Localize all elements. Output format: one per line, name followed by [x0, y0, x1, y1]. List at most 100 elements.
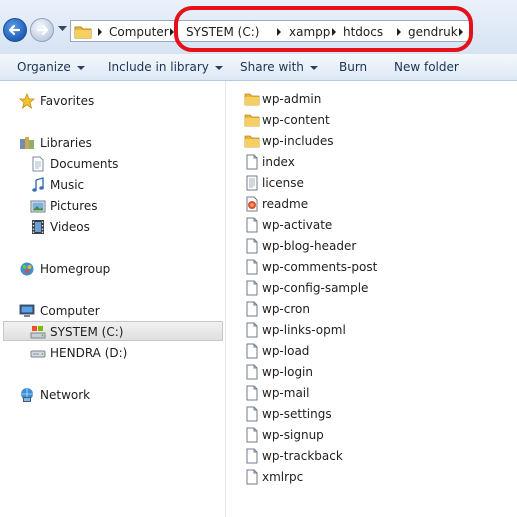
file-row[interactable]: wp-includes — [244, 131, 504, 151]
documents-icon — [32, 156, 44, 172]
chevron-down-icon — [214, 65, 223, 70]
recent-pages-arrow-icon[interactable] — [58, 26, 67, 32]
back-button[interactable] — [3, 18, 27, 42]
homegroup-icon — [20, 262, 34, 276]
file-name: wp-content — [262, 113, 330, 127]
nav-favorites-label: Favorites — [40, 94, 95, 108]
folder-icon — [74, 26, 92, 39]
burn-button[interactable]: Burn — [339, 59, 367, 75]
file-icon — [246, 427, 258, 443]
include-in-library-label: Include in library — [108, 60, 209, 74]
file-row[interactable]: wp-settings — [244, 404, 504, 424]
file-row[interactable]: license — [244, 173, 504, 193]
file-name: license — [262, 176, 304, 190]
file-row[interactable]: xmlrpc — [244, 467, 504, 487]
text-file-icon — [246, 175, 258, 191]
nav-drive-hendra-d[interactable]: HENDRA (D:) — [28, 343, 218, 363]
file-list: wp-admin wp-content wp-includes index li… — [226, 81, 517, 517]
file-row[interactable]: wp-trackback — [244, 446, 504, 466]
network-icon — [21, 388, 33, 402]
file-name: wp-includes — [262, 134, 334, 148]
file-name: wp-blog-header — [262, 239, 357, 253]
file-icon — [246, 343, 258, 359]
file-row[interactable]: wp-blog-header — [244, 236, 504, 256]
folder-icon — [244, 135, 260, 148]
file-row[interactable]: index — [244, 152, 504, 172]
nav-homegroup-label: Homegroup — [40, 262, 111, 276]
file-row[interactable]: wp-content — [244, 110, 504, 130]
organize-button[interactable]: Organize — [17, 59, 85, 75]
file-name: wp-mail — [262, 386, 310, 400]
music-note-icon — [32, 177, 44, 192]
file-name: readme — [262, 197, 309, 211]
file-name: wp-config-sample — [262, 281, 369, 295]
file-row[interactable]: wp-comments-post — [244, 257, 504, 277]
file-icon — [246, 259, 258, 275]
navigation-pane: Favorites Libraries Documents Music Pict… — [0, 81, 225, 517]
nav-pictures[interactable]: Pictures — [28, 196, 218, 216]
nav-drive-system-c[interactable]: SYSTEM (C:) — [3, 321, 223, 341]
libraries-icon — [20, 137, 34, 149]
nav-videos[interactable]: Videos — [28, 217, 218, 237]
star-icon — [19, 93, 35, 109]
nav-libraries[interactable]: Libraries — [14, 133, 214, 153]
file-name: wp-login — [262, 365, 313, 379]
html-file-icon — [246, 196, 258, 212]
breadcrumb-computer[interactable]: Computer — [109, 24, 169, 40]
file-name: wp-admin — [262, 92, 322, 106]
chevron-down-icon — [76, 65, 85, 70]
file-icon — [246, 448, 258, 464]
include-in-library-button[interactable]: Include in library — [108, 59, 223, 75]
file-row[interactable]: wp-mail — [244, 383, 504, 403]
address-bar: Computer SYSTEM (C:) xampp htdocs gendru… — [0, 0, 517, 54]
file-row[interactable]: wp-activate — [244, 215, 504, 235]
file-icon — [246, 469, 258, 485]
pictures-icon — [30, 200, 46, 213]
share-with-button[interactable]: Share with — [240, 59, 318, 75]
file-row[interactable]: wp-links-opml — [244, 320, 504, 340]
file-row[interactable]: wp-load — [244, 341, 504, 361]
file-row[interactable]: wp-config-sample — [244, 278, 504, 298]
forward-button[interactable] — [30, 18, 54, 42]
file-icon — [246, 217, 258, 233]
file-icon — [246, 385, 258, 401]
nav-videos-label: Videos — [50, 220, 90, 234]
file-row[interactable]: wp-cron — [244, 299, 504, 319]
nav-computer[interactable]: Computer — [14, 301, 214, 321]
file-icon — [246, 238, 258, 254]
file-name: xmlrpc — [262, 470, 304, 484]
highlight-annotation — [174, 6, 473, 52]
film-strip-icon — [32, 220, 44, 234]
share-with-label: Share with — [240, 60, 304, 74]
file-name: wp-trackback — [262, 449, 343, 463]
nav-homegroup[interactable]: Homegroup — [14, 259, 214, 279]
chevron-right-icon[interactable] — [97, 24, 103, 40]
folder-icon — [244, 93, 260, 106]
file-row[interactable]: wp-admin — [244, 89, 504, 109]
new-folder-button[interactable]: New folder — [394, 59, 459, 75]
file-name: wp-comments-post — [262, 260, 378, 274]
system-drive-icon — [30, 326, 46, 339]
file-row[interactable]: wp-signup — [244, 425, 504, 445]
file-name: wp-links-opml — [262, 323, 346, 337]
file-name: wp-settings — [262, 407, 332, 421]
hard-drive-icon — [30, 350, 46, 358]
nav-computer-label: Computer — [40, 304, 100, 318]
nav-music[interactable]: Music — [28, 175, 218, 195]
nav-pictures-label: Pictures — [50, 199, 98, 213]
nav-documents[interactable]: Documents — [28, 154, 218, 174]
chevron-down-icon — [309, 65, 318, 70]
file-row[interactable]: readme — [244, 194, 504, 214]
file-name: wp-cron — [262, 302, 310, 316]
command-bar: Organize Include in library Share with B… — [0, 54, 517, 81]
computer-icon — [19, 304, 35, 317]
nav-drive-hendra-d-label: HENDRA (D:) — [50, 346, 128, 360]
nav-favorites[interactable]: Favorites — [14, 91, 214, 111]
nav-network[interactable]: Network — [14, 385, 214, 405]
arrow-right-icon — [36, 24, 49, 36]
organize-label: Organize — [17, 60, 71, 74]
nav-drive-system-c-label: SYSTEM (C:) — [50, 325, 124, 339]
file-icon — [246, 406, 258, 422]
file-row[interactable]: wp-login — [244, 362, 504, 382]
file-name: index — [262, 155, 295, 169]
